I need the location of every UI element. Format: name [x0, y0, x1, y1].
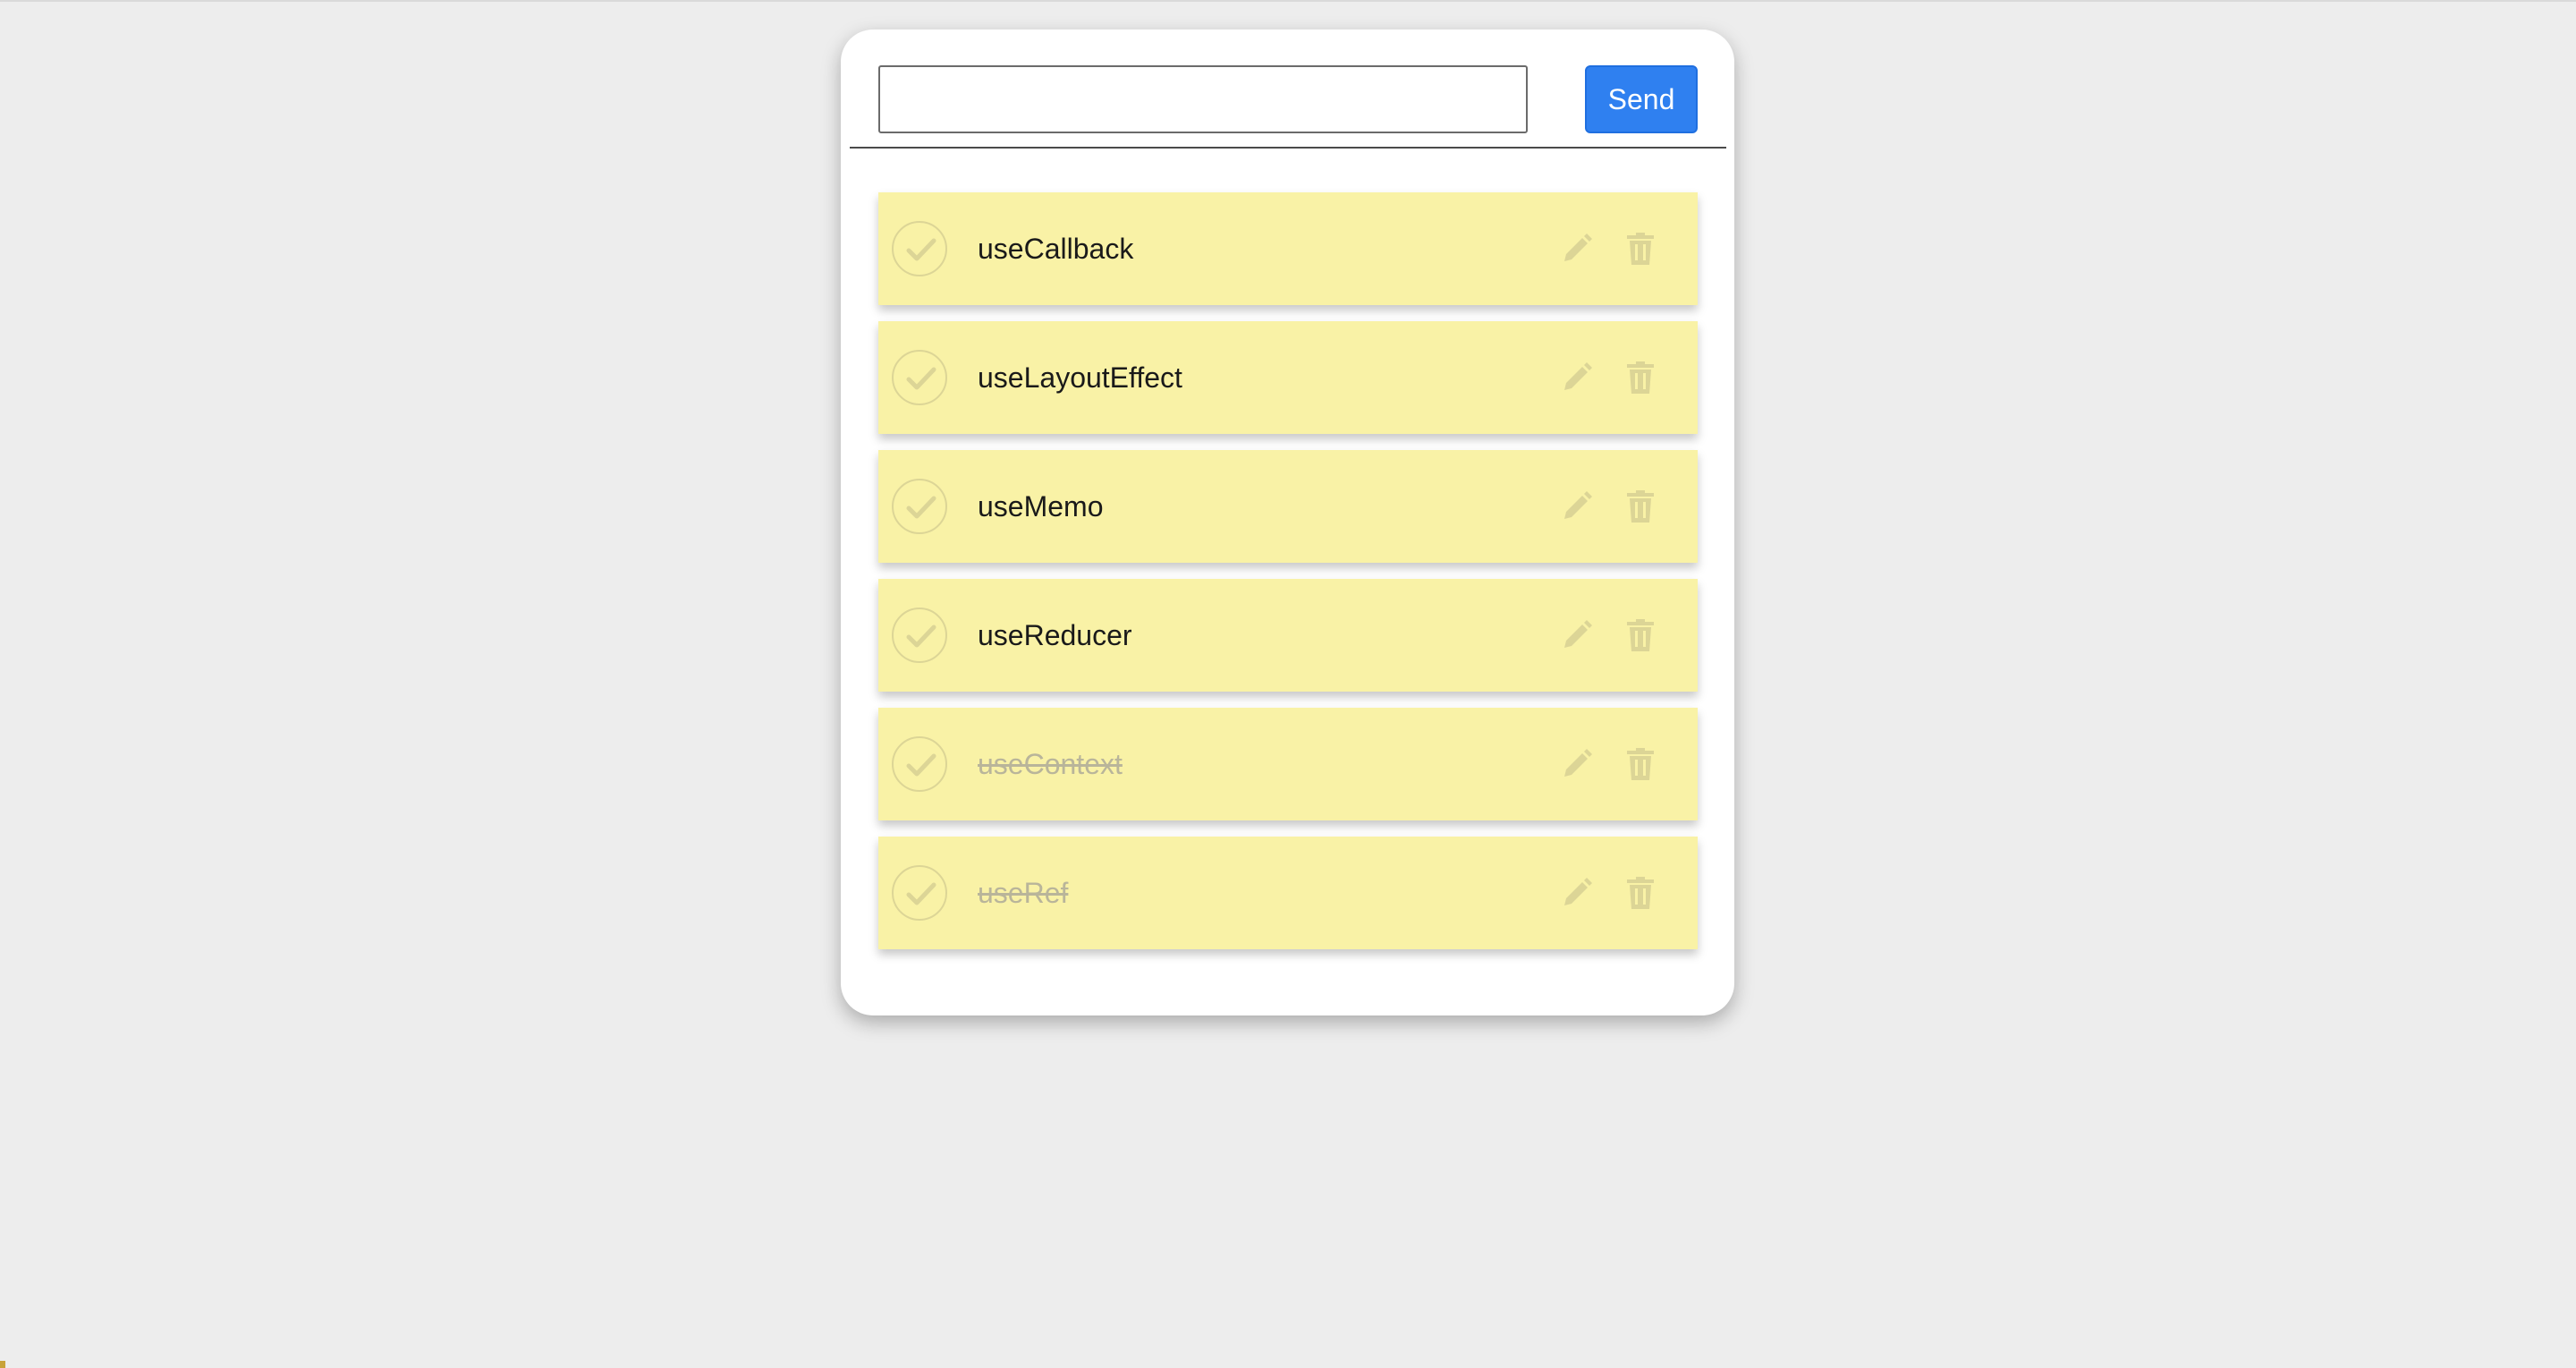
complete-toggle[interactable] — [892, 350, 947, 405]
trash-icon[interactable] — [1627, 619, 1654, 651]
check-icon — [906, 882, 936, 905]
todo-item: useMemo — [878, 450, 1698, 563]
todo-item: useReducer — [878, 579, 1698, 692]
todo-text: useContext — [978, 748, 1123, 780]
check-icon — [906, 625, 936, 648]
input-row: Send — [878, 65, 1698, 133]
pencil-icon[interactable] — [1561, 361, 1593, 394]
todo-text: useMemo — [978, 490, 1104, 523]
todo-item-completed: useRef — [878, 837, 1698, 949]
window-top-border — [0, 0, 2576, 2]
todo-card: Send useCallback useLayoutEffect useMemo… — [841, 30, 1734, 1015]
corner-accent — [0, 1361, 5, 1368]
send-button[interactable]: Send — [1585, 65, 1698, 133]
trash-icon[interactable] — [1627, 877, 1654, 909]
pencil-icon[interactable] — [1561, 748, 1593, 780]
check-icon — [906, 367, 936, 390]
todo-item: useCallback — [878, 192, 1698, 305]
todo-text: useLayoutEffect — [978, 361, 1182, 394]
divider — [850, 147, 1726, 149]
check-icon — [906, 238, 936, 261]
pencil-icon[interactable] — [1561, 619, 1593, 651]
todo-input[interactable] — [878, 65, 1528, 133]
check-icon — [906, 753, 936, 777]
trash-icon[interactable] — [1627, 233, 1654, 265]
pencil-icon[interactable] — [1561, 877, 1593, 909]
complete-toggle[interactable] — [892, 736, 947, 792]
trash-icon[interactable] — [1627, 490, 1654, 523]
pencil-icon[interactable] — [1561, 233, 1593, 265]
complete-toggle[interactable] — [892, 221, 947, 276]
complete-toggle[interactable] — [892, 608, 947, 663]
todo-item: useLayoutEffect — [878, 321, 1698, 434]
complete-toggle[interactable] — [892, 479, 947, 534]
todo-text: useCallback — [978, 233, 1134, 265]
todo-text: useReducer — [978, 619, 1132, 651]
complete-toggle[interactable] — [892, 865, 947, 921]
trash-icon[interactable] — [1627, 361, 1654, 394]
todo-text: useRef — [978, 877, 1069, 909]
trash-icon[interactable] — [1627, 748, 1654, 780]
pencil-icon[interactable] — [1561, 490, 1593, 523]
todo-list: useCallback useLayoutEffect useMemo useR… — [878, 192, 1698, 965]
check-icon — [906, 496, 936, 519]
todo-item-completed: useContext — [878, 708, 1698, 820]
